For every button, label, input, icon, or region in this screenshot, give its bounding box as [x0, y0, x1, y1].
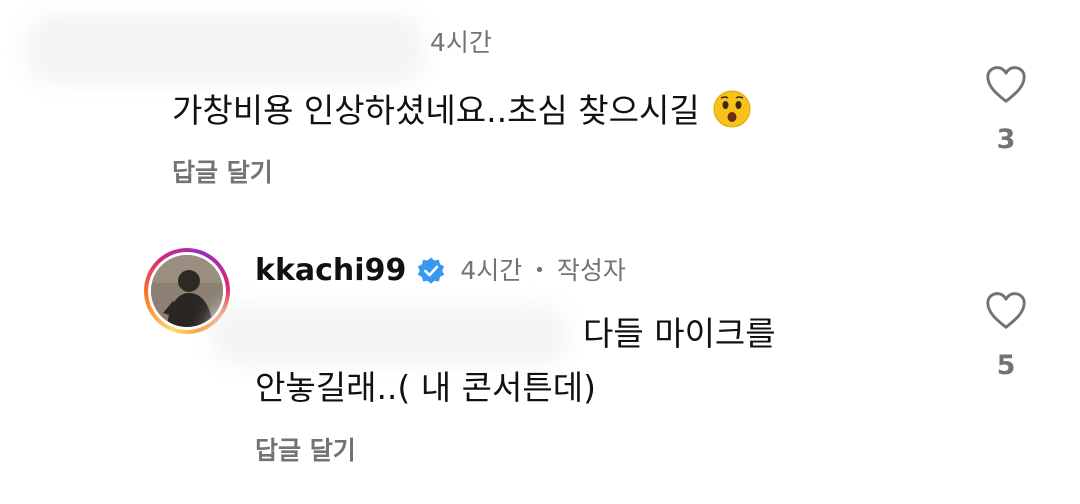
comment-header: kkachi99 4시간 • 작성자 [255, 253, 626, 289]
separator-dot: • [534, 260, 545, 281]
comment-time: 4시간 [460, 256, 523, 285]
comment-text-content: 가창비용 인상하셨네요..초심 찾으시길 [172, 91, 700, 130]
like-count: 5 [996, 350, 1016, 381]
comment-text-line2: 안놓길래..( 내 콘서튼데) [255, 368, 596, 407]
author-badge: 작성자 [556, 256, 626, 285]
heart-outline-icon[interactable] [984, 64, 1028, 104]
comment-text: 가창비용 인상하셨네요..초심 찾으시길 [172, 89, 752, 131]
like-button[interactable] [984, 64, 1028, 108]
avatar-image [151, 255, 223, 327]
verified-badge-icon [418, 257, 445, 284]
like-button[interactable] [984, 290, 1028, 334]
comment-text-line1: 다들 마이크를 [583, 314, 776, 353]
reply-button[interactable]: 답글 달기 [172, 158, 273, 188]
redacted-username [25, 14, 425, 84]
username[interactable]: kkachi99 [255, 253, 406, 289]
like-count: 3 [996, 124, 1016, 155]
heart-outline-icon[interactable] [984, 290, 1028, 330]
redacted-text [210, 305, 570, 365]
reply-button[interactable]: 답글 달기 [255, 436, 356, 466]
person-silhouette-icon [151, 255, 223, 327]
astonished-face-emoji [713, 90, 751, 128]
comment-time: 4시간 [430, 28, 492, 57]
